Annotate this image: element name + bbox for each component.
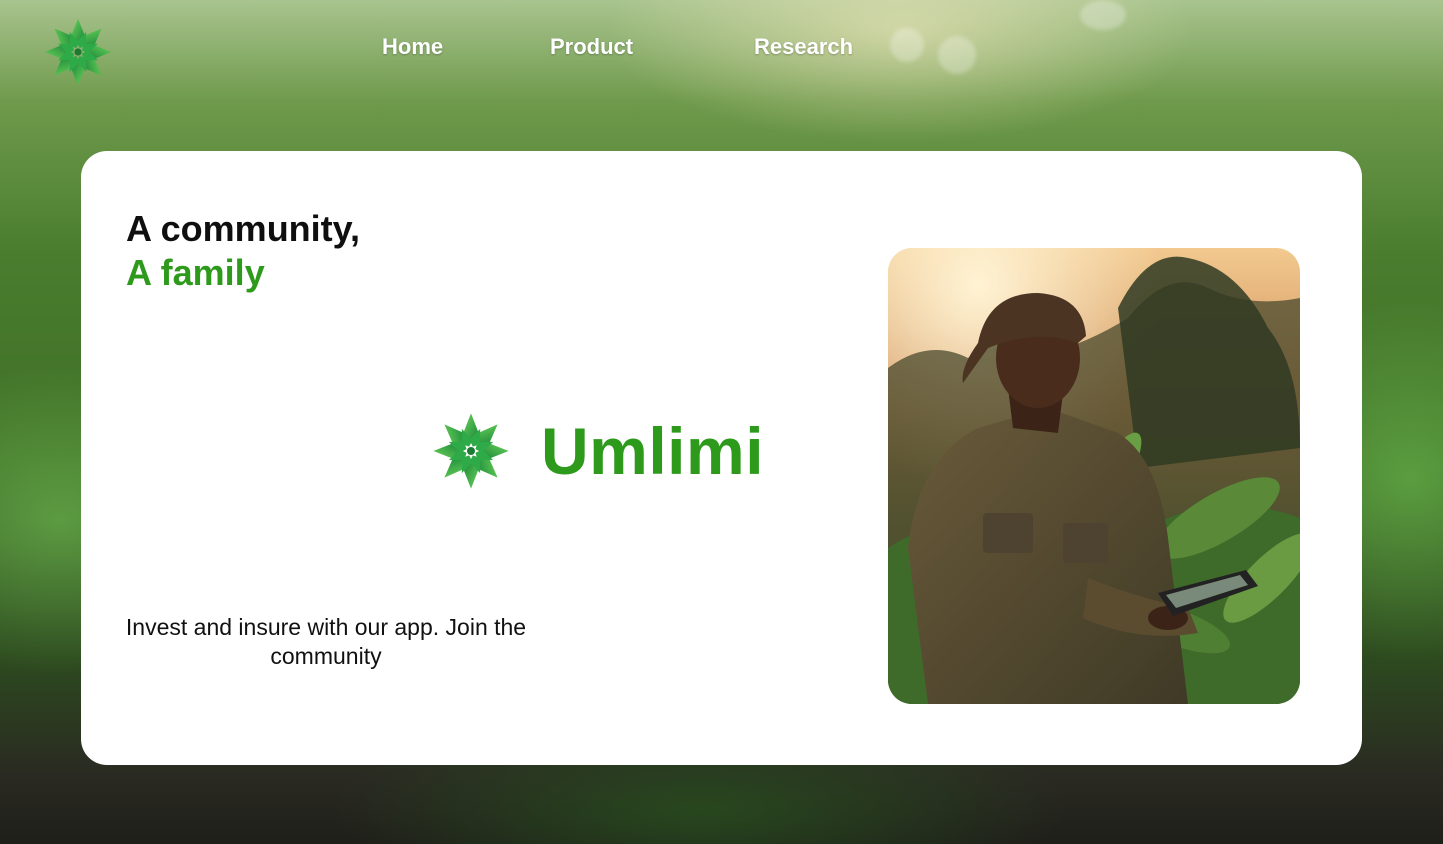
background-bokeh — [1080, 0, 1126, 30]
brand-name: Umlimi — [541, 414, 765, 488]
brand-lockup: Umlimi — [431, 411, 764, 491]
green-flower-icon — [44, 18, 112, 86]
nav-product-link[interactable]: Product — [550, 34, 633, 60]
green-flower-icon — [433, 413, 509, 489]
background-bokeh — [890, 28, 924, 62]
hero-headline: A community, A family — [126, 207, 360, 295]
background-bokeh — [938, 36, 976, 74]
hero-card: A community, A family Umlimi Invest and … — [81, 151, 1362, 765]
headline-line-2: A family — [126, 252, 265, 293]
farmer-with-tablet-image — [888, 248, 1300, 704]
headline-line-1: A community, — [126, 208, 361, 249]
nav-home-link[interactable]: Home — [382, 34, 443, 60]
nav-research-link[interactable]: Research — [754, 34, 853, 60]
hero-tagline: Invest and insure with our app. Join the… — [125, 614, 527, 669]
header-logo[interactable] — [42, 16, 114, 88]
farmer-photo — [888, 248, 1300, 704]
